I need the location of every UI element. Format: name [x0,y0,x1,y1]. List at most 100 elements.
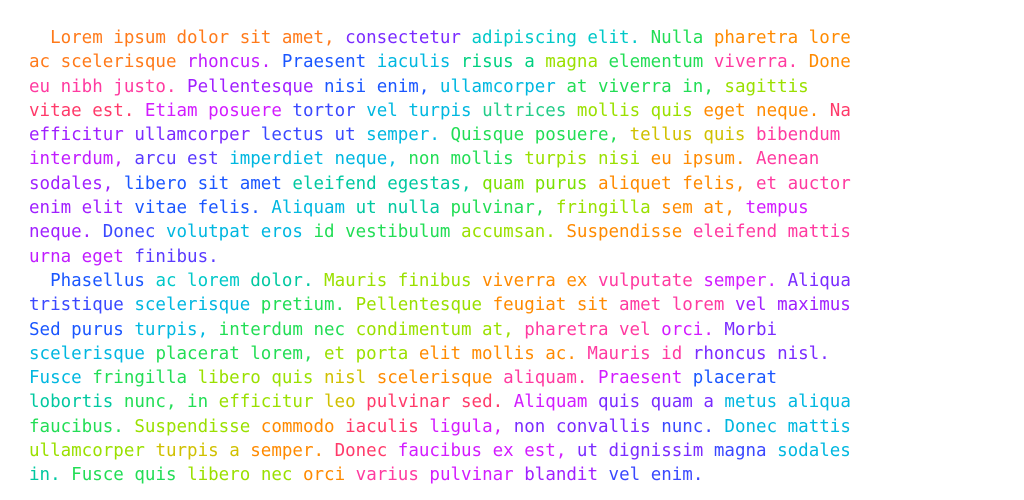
text-segment: lobortis [29,392,124,413]
text-segment: faucibus. [29,416,135,437]
text-segment: amet lorem [619,295,735,316]
text-segment: turpis a [155,441,251,462]
text-segment: risus a [461,52,546,73]
text-segment: non mollis [408,149,525,170]
text-line: eu nibh justo. Pellentesque nisi enim, u… [29,75,1009,99]
text-segment: aliquam. [503,368,598,389]
text-segment: Donec [334,441,398,462]
text-segment: sodales, [29,173,124,194]
text-segment: elit mollis ac. [418,343,588,364]
text-line: urna eget finibus. [29,245,1009,269]
text-segment: et porta [324,343,419,364]
text-segment: metus aliqua [724,392,851,413]
text-segment: Sed purus [29,319,135,340]
text-line: vitae est. Etiam posuere tortor vel turp… [29,99,1009,123]
text-segment: efficitur [29,125,135,146]
text-segment: nisi enim, [324,76,440,97]
text-segment: varius [355,465,430,486]
text-segment: Morbi [724,319,778,340]
text-segment: ullamcorper [134,125,261,146]
text-segment: Pellentesque [355,295,493,316]
text-segment: finibus. [134,246,219,267]
text-segment: fringilla [555,198,662,219]
text-segment: ut nulla [355,198,451,219]
text-segment: Aliquam [513,392,598,413]
text-line: Lorem ipsum dolor sit amet, consectetur … [29,26,1009,50]
text-segment: Phasellus [29,270,156,291]
text-segment: Donec [102,222,166,243]
text-line: tristique scelerisque pretium. Pellentes… [29,293,1009,317]
text-segment: vulputate [597,270,704,291]
text-segment: Aenean [756,149,820,170]
text-segment: magna [545,52,609,73]
text-segment: enim elit [29,198,135,219]
text-segment: feugiat sit [492,295,620,316]
text-segment: interdum nec [218,319,356,340]
text-segment: ac scelerisque [29,52,188,73]
text-segment: viverra. [713,52,809,73]
text-segment: pretium. [260,295,356,316]
text-segment: eget neque. [703,100,830,121]
text-segment: eu ipsum. [650,149,757,170]
text-segment: libero nec [187,465,303,486]
text-segment: magna [713,441,778,462]
text-segment: quis quam a [597,392,725,413]
text-segment: arcu est [134,149,230,170]
document-body: Lorem ipsum dolor sit amet, consectetur … [29,26,1009,488]
text-segment: efficitur [218,392,325,413]
text-line: Fusce fringilla libero quis nisl sceleri… [29,366,1009,390]
text-segment: adipiscing elit. [471,28,651,48]
text-segment: Fusce quis [71,465,188,486]
text-segment: Quisque posuere, [450,125,630,146]
text-segment: orci. [661,319,725,340]
text-segment: Aliquam [271,198,356,219]
text-segment: in. [29,465,72,486]
text-segment: placerat [692,368,778,389]
text-segment: ullamcorper [29,441,156,462]
text-segment: ac lorem [155,270,251,291]
text-segment: urna eget [29,246,135,267]
text-segment: Mauris id [587,343,693,364]
text-segment: tempus [745,198,809,219]
text-line: Sed purus turpis, interdum nec condiment… [29,318,1009,342]
text-segment: ultrices [482,100,577,121]
text-line: in. Fusce quis libero nec orci varius pu… [29,463,1009,487]
text-segment: turpis, [134,319,219,340]
text-segment: vel maximus [734,295,851,316]
text-segment: viverra ex [482,270,598,291]
text-segment: nisl [324,368,377,389]
text-line: scelerisque placerat lorem, et porta eli… [29,342,1009,366]
text-segment: scelerisque [29,343,156,364]
text-segment: condimentum at, [355,319,525,340]
text-segment: Pellentesque [187,76,325,97]
text-segment: semper. [366,125,451,146]
text-segment: ut dignissim [576,441,714,462]
text-segment: semper. [250,441,335,462]
text-segment: consectetur [345,28,472,48]
text-segment: mollis quis [576,100,704,121]
text-segment: Fusce [29,368,93,389]
text-segment: leo [324,392,367,413]
text-segment: pharetra vel [524,319,662,340]
text-segment: orci [302,465,356,486]
text-segment: faucibus ex est, [397,441,577,462]
text-segment: vel enim. [608,465,704,486]
text-segment: eleifend mattis [692,222,851,243]
text-segment: pharetra lore [713,28,851,48]
text-segment: pulvinar [429,465,525,486]
text-segment: et auctor [756,173,851,194]
text-segment: elementum [608,52,714,73]
text-segment: Suspendisse [566,222,693,243]
text-segment: libero quis [197,368,325,389]
text-segment: Suspendisse [134,416,261,437]
text-line: sodales, libero sit amet eleifend egesta… [29,172,1009,196]
text-segment: iaculis [376,52,461,73]
text-segment: sagittis [724,76,809,97]
text-segment: Etiam posuere [144,100,293,121]
text-line: neque. Donec volutpat eros id vestibulum… [29,220,1009,244]
text-segment: nunc, in [123,392,219,413]
text-segment: Donec mattis [724,416,851,437]
text-segment: rhoncus. [187,52,282,73]
text-segment: turpis nisi [524,149,651,170]
text-line: ac scelerisque rhoncus. Praesent iaculis… [29,50,1009,74]
